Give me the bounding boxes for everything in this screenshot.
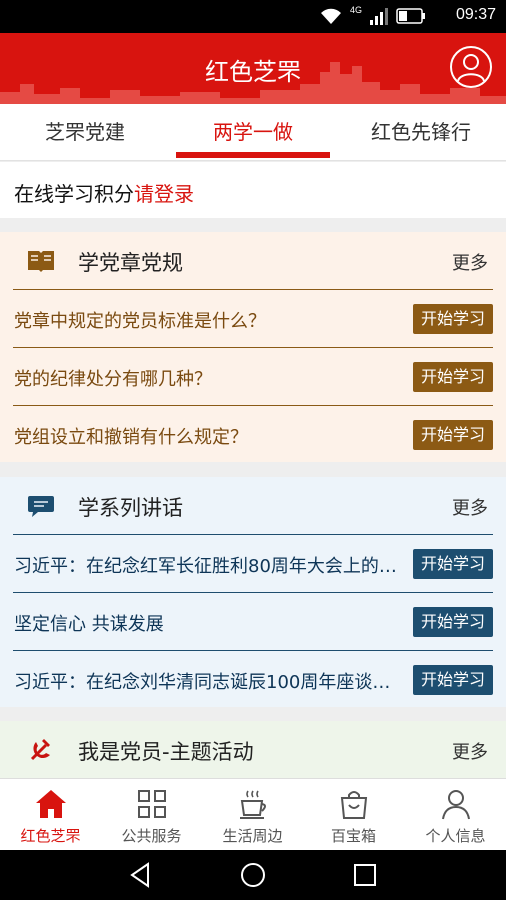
hammer-sickle-icon: [30, 739, 50, 761]
login-link[interactable]: 请登录: [134, 182, 194, 206]
section-party-rules: 学党章党规 更多 党章中规定的党员标准是什么？ 开始学习 党的纪律处分有哪几种？…: [0, 232, 506, 462]
user-circle-icon: [457, 54, 485, 82]
tab-party-building[interactable]: 芝罘党建: [0, 104, 170, 161]
network-type: 4G: [349, 5, 362, 15]
section-title: 我是党员-主题活动: [78, 740, 254, 764]
recents-icon[interactable]: [350, 860, 380, 890]
item-title[interactable]: 习近平：在纪念刘华清同志诞辰100周年座谈会上的讲话: [14, 668, 404, 694]
start-study-button[interactable]: 开始学习: [413, 420, 493, 450]
list-item[interactable]: 坚定信心 共谋发展 开始学习: [13, 592, 493, 650]
start-study-button[interactable]: 开始学习: [413, 665, 493, 695]
item-title[interactable]: 坚定信心 共谋发展: [14, 610, 404, 636]
home-icon: [36, 790, 66, 818]
section-title: 学党章党规: [78, 251, 183, 275]
status-bar: 4G 09:37: [0, 0, 506, 33]
nav-label: 生活周边: [222, 827, 283, 845]
app-header: 红色芝罘: [0, 33, 506, 104]
section-speeches: 学系列讲话 更多 习近平：在纪念红军长征胜利80周年大会上的讲话 开始学习 坚定…: [0, 477, 506, 707]
wifi-icon: [320, 8, 341, 24]
home-circle-icon[interactable]: [238, 860, 268, 890]
section-header: 我是党员-主题活动 更多: [0, 721, 506, 779]
more-link[interactable]: 更多: [452, 249, 488, 275]
speech-bubble-icon: [28, 496, 54, 517]
grid-icon: [138, 790, 166, 818]
start-study-button[interactable]: 开始学习: [413, 607, 493, 637]
more-link[interactable]: 更多: [452, 738, 488, 764]
more-link[interactable]: 更多: [452, 494, 488, 520]
nav-home[interactable]: 红色芝罘: [0, 779, 101, 851]
list-item[interactable]: 党的纪律处分有哪几种？ 开始学习: [13, 347, 493, 405]
nav-life-nearby[interactable]: 生活周边: [202, 779, 303, 851]
coffee-cup-icon: [240, 790, 266, 819]
item-title[interactable]: 党的纪律处分有哪几种？: [14, 365, 404, 391]
points-login-row: 在线学习积分请登录: [0, 162, 506, 218]
nav-label: 公共服务: [121, 827, 182, 845]
section-header: 学系列讲话 更多: [0, 477, 506, 535]
battery-icon: [396, 8, 425, 24]
section-header: 学党章党规 更多: [0, 232, 506, 290]
section-member-activities: 我是党员-主题活动 更多: [0, 721, 506, 778]
list-item[interactable]: 党组设立和撤销有什么规定？ 开始学习: [13, 405, 493, 463]
status-icons: 4G: [320, 5, 426, 25]
clock: 09:37: [455, 6, 496, 23]
app-title: 红色芝罘: [205, 58, 301, 86]
user-profile-button[interactable]: [450, 46, 492, 88]
back-icon[interactable]: [126, 860, 156, 890]
tab-red-pioneer[interactable]: 红色先锋行: [336, 104, 506, 161]
item-title[interactable]: 党组设立和撤销有什么规定？: [14, 423, 404, 449]
nav-label: 红色芝罘: [20, 827, 81, 845]
person-icon: [442, 790, 470, 820]
bottom-navigation: 红色芝罘 公共服务 生活周边 百宝箱 个人信息: [0, 778, 506, 850]
signal-icon: [370, 8, 388, 25]
book-icon: [28, 251, 54, 272]
system-navigation-bar: [0, 850, 506, 900]
list-item[interactable]: 习近平：在纪念红军长征胜利80周年大会上的讲话 开始学习: [13, 534, 493, 592]
nav-label: 百宝箱: [330, 827, 376, 845]
nav-toolbox[interactable]: 百宝箱: [303, 779, 404, 851]
item-title[interactable]: 党章中规定的党员标准是什么？: [14, 307, 404, 333]
start-study-button[interactable]: 开始学习: [413, 362, 493, 392]
nav-public-services[interactable]: 公共服务: [101, 779, 202, 851]
start-study-button[interactable]: 开始学习: [413, 549, 493, 579]
start-study-button[interactable]: 开始学习: [413, 304, 493, 334]
list-item[interactable]: 党章中规定的党员标准是什么？ 开始学习: [13, 289, 493, 347]
list-item[interactable]: 习近平：在纪念刘华清同志诞辰100周年座谈会上的讲话 开始学习: [13, 650, 493, 708]
section-title: 学系列讲话: [78, 496, 183, 520]
item-title[interactable]: 习近平：在纪念红军长征胜利80周年大会上的讲话: [14, 552, 404, 578]
nav-label: 个人信息: [425, 827, 486, 845]
active-tab-indicator: [176, 152, 330, 158]
shopping-bag-icon: [340, 791, 368, 819]
nav-profile[interactable]: 个人信息: [405, 779, 506, 851]
points-label: 在线学习积分: [14, 182, 134, 206]
